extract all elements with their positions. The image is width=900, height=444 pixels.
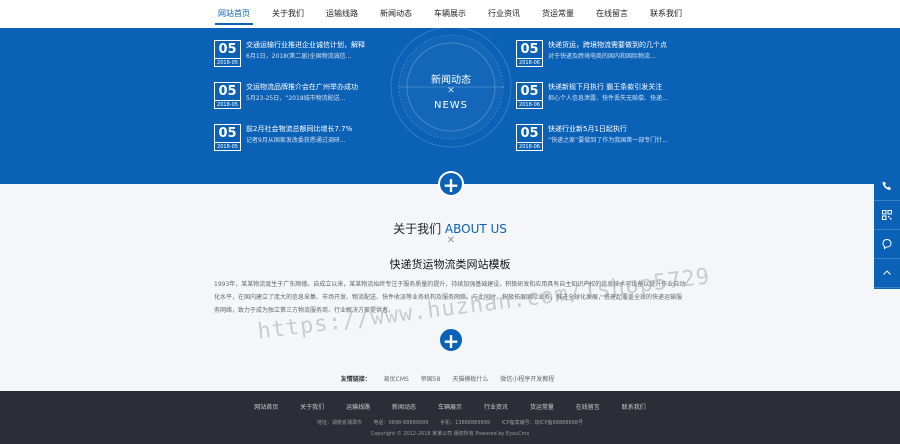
friend-link[interactable]: 微信小程序开发教程 (500, 376, 554, 383)
side-float-bar (874, 172, 900, 289)
date-box: 05 2018-06 (516, 40, 543, 67)
date-month: 2018-06 (517, 142, 542, 151)
nav-item-news[interactable]: 新闻动态 (369, 0, 423, 28)
cross-icon: ✕ (447, 86, 455, 96)
news-desc: 对于快递及跨境电商的国内和国际物流... (548, 53, 656, 60)
side-back-to-top-button[interactable] (874, 259, 900, 288)
date-box: 05 2018-05 (214, 40, 241, 67)
date-day: 05 (520, 42, 539, 57)
date-day: 05 (218, 42, 237, 57)
footer-mobile: 手机：13888889999 (440, 420, 491, 426)
date-month: 2018-06 (517, 100, 542, 109)
footer-nav-item[interactable]: 新闻动态 (392, 404, 416, 411)
news-text: 快递行业新5月1日起执行 “快递之家”要做到了作为我国第一部专门针... (548, 124, 668, 146)
news-text: 快递新规下月执行 霸王条款引发关注 担心个人信息泄露、快件丢失无赔偿、快递... (548, 82, 668, 104)
news-section: 05 2018-05 交通运输行业推进企业诚信计划，解释 6月1日，2018(第… (0, 28, 900, 184)
footer-address: 地址：湖南省湘潭市 (316, 420, 362, 426)
news-desc: “快递之家”要做到了作为我国第一部专门针... (548, 137, 668, 144)
side-chat-button[interactable] (874, 230, 900, 259)
footer-nav-item[interactable]: 在线留言 (576, 404, 600, 411)
news-list-left: 05 2018-05 交通运输行业推进企业诚信计划，解释 6月1日，2018(第… (214, 40, 394, 166)
nav-list: 网站首页 关于我们 运输线路 新闻动态 车辆展示 行业资讯 货运常量 在线留言 … (207, 0, 693, 28)
nav-item-contact[interactable]: 联系我们 (639, 0, 693, 28)
date-day: 05 (218, 126, 237, 141)
date-box: 05 2018-05 (214, 124, 241, 151)
nav-item-message[interactable]: 在线留言 (585, 0, 639, 28)
footer-nav-item[interactable]: 运输线路 (346, 404, 370, 411)
chat-icon (882, 238, 892, 250)
friend-link[interactable]: 易优CMS (384, 376, 409, 383)
news-item[interactable]: 05 2018-05 交通运输行业推进企业诚信计划，解释 6月1日，2018(第… (214, 40, 394, 82)
news-text: 交通运输行业推进企业诚信计划，解释 6月1日，2018(第二届)全国物流诚信..… (246, 40, 365, 62)
nav-item-routes[interactable]: 运输线路 (315, 0, 369, 28)
news-list-right: 05 2018-06 快递货运，跨境物流需要做到的几个点 对于快递及跨境电商的国… (516, 40, 696, 166)
news-title[interactable]: 前2月社会物流总额同比增长7.7% (246, 124, 352, 135)
news-title[interactable]: 快递行业新5月1日起执行 (548, 124, 668, 135)
side-phone-button[interactable] (874, 172, 900, 201)
news-text: 交运物流品牌推介会在广州举办成功 5月23-25日，“2018城市物流配送... (246, 82, 358, 104)
top-nav: 网站首页 关于我们 运输线路 新闻动态 车辆展示 行业资讯 货运常量 在线留言 … (0, 0, 900, 28)
news-more-plus-icon[interactable]: + (438, 171, 464, 197)
friend-link[interactable]: 帝国58 (421, 376, 441, 383)
footer-nav-item[interactable]: 行业资讯 (484, 404, 508, 411)
date-day: 05 (520, 84, 539, 99)
footer-nav-item[interactable]: 关于我们 (300, 404, 324, 411)
news-section-subtitle: NEWS (433, 100, 469, 111)
news-item[interactable]: 05 2018-06 快递行业新5月1日起执行 “快递之家”要做到了作为我国第一… (516, 124, 696, 166)
date-box: 05 2018-05 (214, 82, 241, 109)
news-title[interactable]: 快递新规下月执行 霸王条款引发关注 (548, 82, 668, 93)
friend-link[interactable]: 天猫模板什么 (452, 376, 488, 383)
news-item[interactable]: 05 2018-05 交运物流品牌推介会在广州举办成功 5月23-25日，“20… (214, 82, 394, 124)
news-text: 前2月社会物流总额同比增长7.7% 记者9月从国家发改委获悉通过调研... (246, 124, 352, 146)
date-box: 05 2018-06 (516, 124, 543, 151)
about-title-cn: 关于我们 (393, 222, 442, 236)
news-desc: 担心个人信息泄露、快件丢失无赔偿、快递... (548, 95, 668, 102)
footer: 网站首页 关于我们 运输线路 新闻动态 车辆展示 行业资讯 货运常量 在线留言 … (0, 391, 900, 444)
nav-item-vehicles[interactable]: 车辆展示 (423, 0, 477, 28)
footer-phone: 电话：0898-88889999 (373, 420, 429, 426)
footer-nav-item[interactable]: 车辆展示 (438, 404, 462, 411)
date-day: 05 (218, 84, 237, 99)
side-qrcode-button[interactable] (874, 201, 900, 230)
nav-item-about[interactable]: 关于我们 (261, 0, 315, 28)
about-subtitle: 快递货运物流类网站模板 (389, 258, 511, 271)
date-month: 2018-06 (517, 58, 542, 67)
news-item[interactable]: 05 2018-06 快递新规下月执行 霸王条款引发关注 担心个人信息泄露、快件… (516, 82, 696, 124)
about-more-plus-icon[interactable]: + (438, 327, 464, 353)
news-title[interactable]: 交运物流品牌推介会在广州举办成功 (246, 82, 358, 93)
friend-links-label: 友情链接： (340, 376, 371, 383)
news-section-title: 新闻动态 (431, 75, 471, 86)
footer-copyright: Copyright © 2012-2018 某某公司 版权所有 Powered … (370, 431, 530, 437)
date-month: 2018-05 (215, 100, 240, 109)
cross-icon: ✕ (446, 235, 456, 246)
footer-nav: 网站首页 关于我们 运输线路 新闻动态 车辆展示 行业资讯 货运常量 在线留言 … (0, 402, 900, 411)
footer-icp[interactable]: ICP备案编号：琼ICP备88888888号 (502, 420, 583, 426)
date-day: 05 (520, 126, 539, 141)
footer-nav-item[interactable]: 网站首页 (254, 404, 278, 411)
footer-nav-item[interactable]: 货运常量 (530, 404, 554, 411)
news-title[interactable]: 交通运输行业推进企业诚信计划，解释 (246, 40, 365, 51)
news-desc: 6月1日，2018(第二届)全国物流诚信... (246, 53, 352, 60)
date-month: 2018-05 (215, 142, 240, 151)
qrcode-icon (882, 210, 892, 220)
news-desc: 记者9月从国家发改委获悉通过调研... (246, 137, 346, 144)
date-month: 2018-05 (215, 58, 240, 67)
phone-icon (882, 181, 891, 190)
arrow-up-icon (883, 270, 891, 275)
date-box: 05 2018-06 (516, 82, 543, 109)
nav-item-home[interactable]: 网站首页 (207, 0, 261, 28)
news-desc: 5月23-25日，“2018城市物流配送... (246, 95, 346, 102)
news-item[interactable]: 05 2018-05 前2月社会物流总额同比增长7.7% 记者9月从国家发改委获… (214, 124, 394, 166)
nav-item-industry[interactable]: 行业资讯 (477, 0, 531, 28)
about-title-en: ABOUT US (444, 222, 507, 236)
nav-item-faq[interactable]: 货运常量 (531, 0, 585, 28)
news-item[interactable]: 05 2018-06 快递货运，跨境物流需要做到的几个点 对于快递及跨境电商的国… (516, 40, 696, 82)
news-title[interactable]: 快递货运，跨境物流需要做到的几个点 (548, 40, 667, 51)
footer-nav-item[interactable]: 联系我们 (622, 404, 646, 411)
news-text: 快递货运，跨境物流需要做到的几个点 对于快递及跨境电商的国内和国际物流... (548, 40, 667, 62)
friend-links: 友情链接： 易优CMS 帝国58 天猫模板什么 微信小程序开发教程 (0, 374, 900, 383)
footer-info: 地址：湖南省湘潭市 电话：0898-88889999 手机：1388888999… (0, 419, 900, 426)
